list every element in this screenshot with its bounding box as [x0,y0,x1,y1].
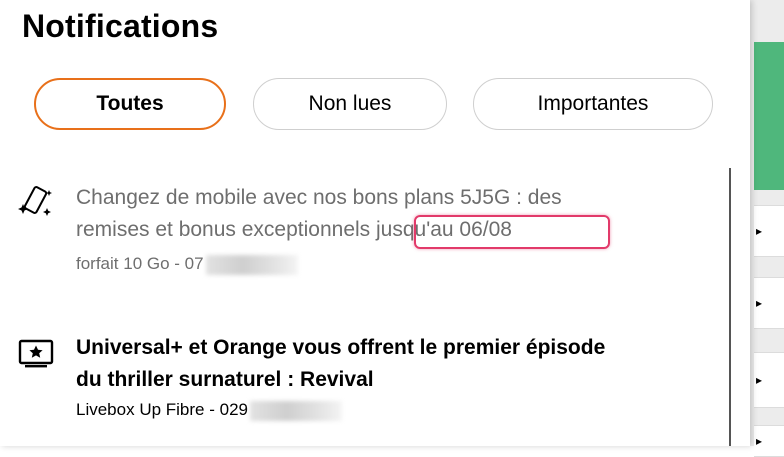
chevron-right-icon: ▸ [755,224,763,238]
masked-phone-number [249,400,342,421]
panel-title: Notifications [22,8,219,44]
background-page: ▸ ▸ ▸ ▸ [750,0,784,457]
account-label: Livebox Up Fibre - 029 [76,400,248,419]
tv-star-icon [18,339,54,368]
masked-phone-number [205,254,298,275]
chevron-right-icon: ▸ [755,373,763,387]
chevron-right-icon: ▸ [755,296,763,310]
background-card[interactable]: ▸ [754,425,784,457]
notification-account: forfait 10 Go - 07 [76,254,298,275]
mobile-sparkle-icon [18,186,52,216]
background-card[interactable]: ▸ [754,205,784,257]
filter-all[interactable]: Toutes [34,78,226,130]
green-banner [754,42,784,190]
notification-account: Livebox Up Fibre - 029 [76,400,342,421]
notification-message: Universal+ et Orange vous offrent le pre… [76,336,606,391]
filter-important[interactable]: Importantes [473,78,713,130]
filter-unread[interactable]: Non lues [253,78,447,130]
background-card[interactable]: ▸ [754,277,784,329]
account-label: forfait 10 Go - 07 [76,254,204,273]
notification-item[interactable]: Changez de mobile avec nos bons plans 5J… [0,180,720,290]
notification-item[interactable]: Universal+ et Orange vous offrent le pre… [0,330,720,440]
background-card[interactable]: ▸ [754,352,784,408]
notification-message: Changez de mobile avec nos bons plans 5J… [76,186,562,241]
filter-important-label: Importantes [537,92,649,115]
notifications-panel: Notifications Toutes Non lues Importante… [0,0,750,446]
filter-all-label: Toutes [96,92,164,115]
filter-unread-label: Non lues [308,92,392,115]
scrollbar[interactable] [729,168,731,446]
